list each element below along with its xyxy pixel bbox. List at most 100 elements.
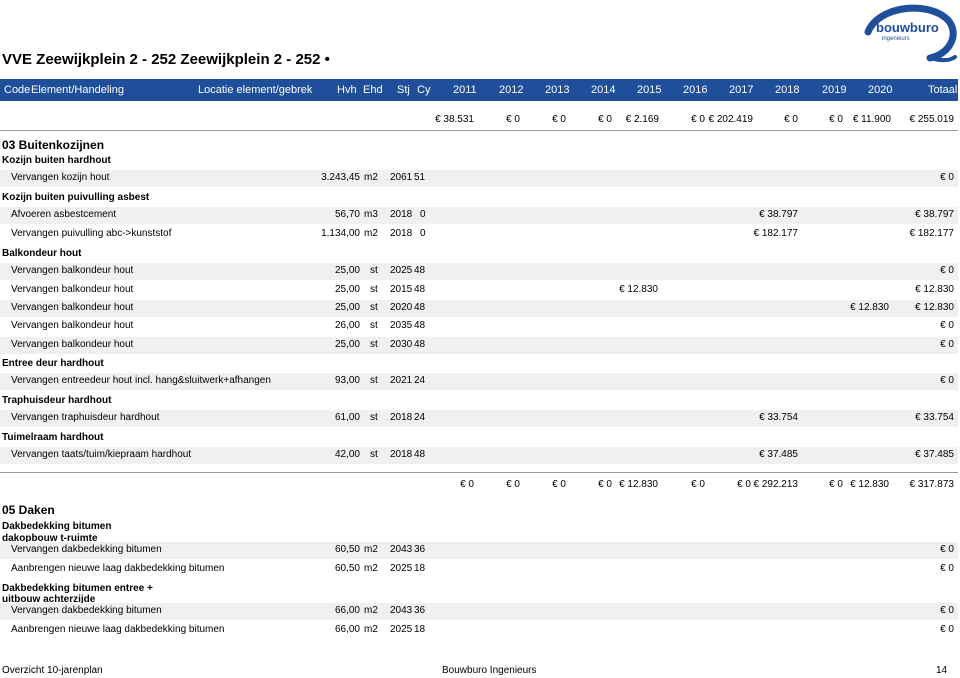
col-year: 2017 — [729, 84, 754, 96]
row-cy: 48 — [414, 302, 426, 313]
row-total: € 0 — [940, 339, 954, 350]
row-total: € 33.754 — [915, 412, 954, 423]
row-ehd: st — [370, 265, 378, 276]
summary-cell: € 0 — [829, 479, 843, 490]
col-stj: Stj — [397, 84, 410, 96]
row-stj: 2020 — [390, 302, 413, 313]
row-ehd: st — [370, 339, 378, 350]
footer-center: Bouwburo Ingenieurs — [442, 665, 537, 676]
row-hvh: 25,00 — [334, 339, 360, 350]
col-total: Totaal — [928, 84, 958, 96]
row-label: Vervangen dakbedekking bitumen — [11, 605, 162, 616]
table-row: Aanbrengen nieuwe laag dakbedekking bitu… — [0, 622, 958, 639]
divider — [0, 472, 958, 473]
summary-cell: € 12.830 — [619, 479, 658, 490]
row-label: Vervangen dakbedekking bitumen — [11, 544, 162, 555]
table-row: Vervangen balkondeur hout 26,00 st 2035 … — [0, 318, 958, 335]
group-heading: Kozijn buiten puivulling asbest — [0, 190, 958, 207]
row-cy: 24 — [414, 412, 426, 423]
table-row: Aanbrengen nieuwe laag dakbedekking bitu… — [0, 561, 958, 578]
col-year: 2018 — [775, 84, 800, 96]
row-ehd: st — [370, 320, 378, 331]
row-total: € 12.830 — [915, 302, 954, 313]
summary-total: € 317.873 — [909, 479, 955, 490]
row-ehd: st — [370, 412, 378, 423]
summary-cell: € 202.419 — [708, 114, 754, 125]
row-label: Vervangen traphuisdeur hardhout — [11, 412, 160, 423]
row-total: € 0 — [940, 375, 954, 386]
row-cy: 36 — [414, 605, 426, 616]
row-hvh: 60,50 — [334, 563, 360, 574]
row-cy: 48 — [414, 284, 426, 295]
table-row: Vervangen balkondeur hout 25,00 st 2015 … — [0, 282, 958, 299]
divider — [0, 130, 958, 131]
col-year: 2020 — [868, 84, 893, 96]
row-total: € 0 — [940, 605, 954, 616]
row-year-value: € 38.797 — [759, 209, 798, 220]
row-cy: 51 — [414, 172, 426, 183]
row-label: Aanbrengen nieuwe laag dakbedekking bitu… — [11, 624, 225, 635]
row-label: Afvoeren asbestcement — [11, 209, 117, 220]
row-total: € 12.830 — [915, 284, 954, 295]
row-label: Vervangen entreedeur hout incl. hang&slu… — [11, 375, 271, 386]
row-stj: 2021 — [390, 375, 413, 386]
summary-cell: € 2.169 — [625, 114, 659, 125]
row-total: € 0 — [940, 172, 954, 183]
table-row: Vervangen balkondeur hout 25,00 st 2025 … — [0, 263, 958, 280]
table-row: Vervangen entreedeur hout incl. hang&slu… — [0, 373, 958, 390]
summary-cell: € 0 — [598, 479, 612, 490]
row-stj: 2061 — [390, 172, 413, 183]
col-location: Locatie element/gebrek — [198, 84, 313, 96]
table-row: Vervangen dakbedekking bitumen 66,00 m2 … — [0, 603, 958, 620]
col-year: 2019 — [822, 84, 847, 96]
col-year: 2015 — [637, 84, 662, 96]
row-year-value: € 37.485 — [759, 449, 798, 460]
row-hvh: 26,00 — [334, 320, 360, 331]
col-cy: Cy — [417, 84, 431, 96]
col-code: Code — [4, 84, 31, 96]
table-row: Vervangen taats/tuim/kiepraam hardhout 4… — [0, 447, 958, 464]
summary-cell: € 12.830 — [850, 479, 889, 490]
row-hvh: 25,00 — [334, 265, 360, 276]
bouwburo-logo: bouwburo ingenieurs — [864, 4, 957, 63]
row-label: Vervangen taats/tuim/kiepraam hardhout — [11, 449, 192, 460]
table-row: Vervangen puivulling abc->kunststof 1.13… — [0, 226, 958, 243]
row-hvh: 61,00 — [334, 412, 360, 423]
row-ehd: m3 — [364, 209, 378, 220]
group-label: Dakbedekking bitumen entree + uitbouw ac… — [2, 583, 153, 605]
summary-row: € 0 € 0 € 0 € 0 € 12.830 € 0 € 0 € 292.2… — [0, 477, 958, 494]
row-ehd: m2 — [364, 172, 378, 183]
row-cy: 48 — [414, 339, 426, 350]
summary-cell: € 292.213 — [753, 479, 799, 490]
row-stj: 2018 — [390, 449, 413, 460]
row-hvh: 25,00 — [334, 302, 360, 313]
group-heading: Tuimelraam hardhout — [0, 430, 958, 447]
col-year: 2016 — [683, 84, 708, 96]
row-label: Aanbrengen nieuwe laag dakbedekking bitu… — [11, 563, 225, 574]
row-stj: 2018 — [390, 412, 413, 423]
summary-cell: € 0 — [598, 114, 612, 125]
row-label: Vervangen balkondeur hout — [11, 265, 134, 276]
row-cy: 48 — [414, 265, 426, 276]
row-cy: 36 — [414, 544, 426, 555]
row-total: € 38.797 — [915, 209, 954, 220]
row-hvh: 93,00 — [334, 375, 360, 386]
row-label: Vervangen balkondeur hout — [11, 339, 134, 350]
group-label: Kozijn buiten puivulling asbest — [2, 192, 150, 203]
row-hvh: 25,00 — [334, 284, 360, 295]
row-stj: 2018 — [390, 209, 413, 220]
row-stj: 2043 — [390, 544, 413, 555]
row-cy: 24 — [414, 375, 426, 386]
table-row: Afvoeren asbestcement 56,70 m3 2018 0 € … — [0, 207, 958, 224]
group-label: Tuimelraam hardhout — [2, 432, 104, 443]
group-label: Entree deur hardhout — [2, 358, 104, 369]
row-year-value: € 182.177 — [753, 228, 799, 239]
summary-cell: € 11.900 — [852, 114, 891, 125]
row-cy: 18 — [414, 563, 426, 574]
table-row: Vervangen balkondeur hout 25,00 st 2030 … — [0, 337, 958, 354]
summary-cell: € 0 — [829, 114, 843, 125]
row-ehd: st — [370, 284, 378, 295]
row-hvh: 3.243,45 — [321, 172, 360, 183]
row-ehd: m2 — [364, 624, 378, 635]
col-element: Element/Handeling — [31, 84, 124, 96]
